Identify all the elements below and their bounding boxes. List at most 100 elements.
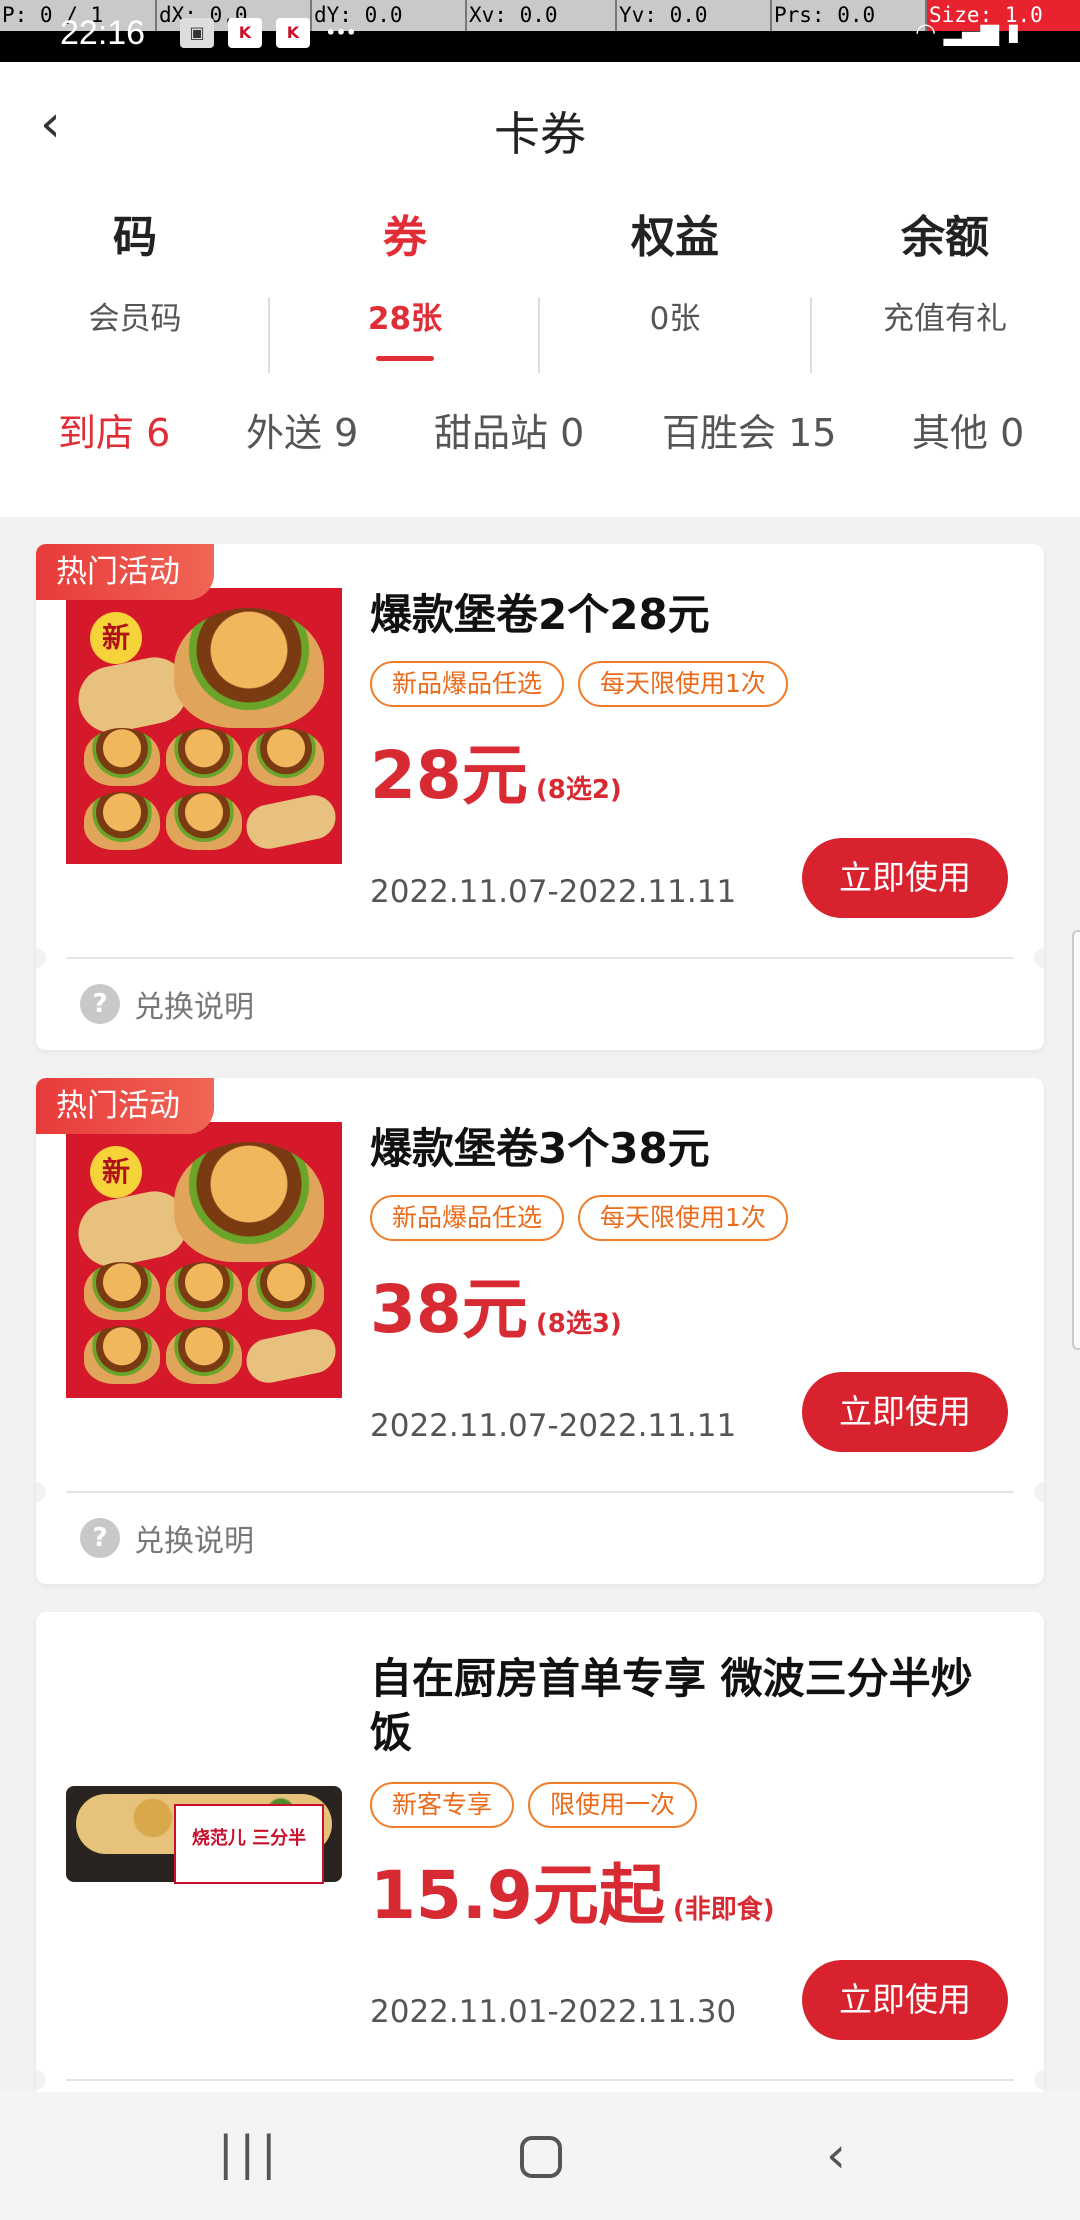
hot-activity-badge: 热门活动 <box>36 544 214 600</box>
coupon-tag: 每天限使用1次 <box>578 1195 788 1241</box>
question-icon: ? <box>80 984 120 1024</box>
card-notch <box>36 948 46 968</box>
coupon-tag: 每天限使用1次 <box>578 661 788 707</box>
divider <box>66 1491 1014 1493</box>
burger-image <box>166 1262 242 1320</box>
coupon-tag: 新品爆品任选 <box>370 661 565 707</box>
subtab-other[interactable]: 其他 0 <box>912 402 1024 457</box>
tab-coupon[interactable]: 券 28张 <box>270 207 540 361</box>
navigation-bar: ||| ‹ <box>0 2092 1080 2220</box>
wifi-icon: ◠ <box>915 18 937 46</box>
coupon-tags: 新品爆品任选 每天限使用1次 <box>370 661 788 707</box>
coupon-image: 烧范儿 三分半 <box>66 1692 342 1968</box>
price-note: (非即食) <box>672 1895 775 1925</box>
coupon-date: 2022.11.07-2022.11.11 <box>370 1408 737 1444</box>
coupon-card[interactable]: 新 热门活动 爆款堡卷2个28元 新品爆品任选 每天限使用1次 28元 (8选2)… <box>36 544 1044 1050</box>
burger-image <box>248 1262 324 1320</box>
tab-benefits-label: 权益 <box>631 212 719 263</box>
more-icon: ••• <box>325 23 357 42</box>
home-icon[interactable] <box>520 2136 562 2178</box>
coupon-image: 新 <box>66 1122 342 1398</box>
card-notch <box>36 2070 46 2090</box>
signal-icon: ▂▄▆ <box>943 18 1000 46</box>
redeem-explanation[interactable]: ? 兑换说明 <box>80 1516 254 1560</box>
kfc-icon: K <box>228 18 262 48</box>
notification-icons: ▣ K K ••• <box>180 18 358 48</box>
coupon-tags: 新品爆品任选 每天限使用1次 <box>370 1195 788 1241</box>
category-tabs: 码 会员码 券 28张 权益 0张 余额 充值有礼 <box>0 207 1080 373</box>
sub-tabs: 到店 6 外送 9 甜品站 0 百胜会 15 其他 0 <box>0 402 1080 462</box>
divider <box>66 2079 1014 2081</box>
tab-code-sub: 会员码 <box>88 301 182 337</box>
card-notch <box>1034 948 1044 968</box>
tab-balance-sub: 充值有礼 <box>883 301 1007 337</box>
tab-benefits[interactable]: 权益 0张 <box>540 207 810 338</box>
burger-image <box>166 1326 242 1384</box>
tab-benefits-sub: 0张 <box>649 301 701 337</box>
card-notch <box>1034 1482 1044 1502</box>
coupon-title: 爆款堡卷2个28元 <box>370 590 710 639</box>
scrollbar[interactable] <box>1072 930 1080 1350</box>
burger-image <box>84 792 160 850</box>
burger-image <box>248 728 324 786</box>
subtab-dessert[interactable]: 甜品站 0 <box>434 402 584 457</box>
use-now-button[interactable]: 立即使用 <box>802 1960 1008 2040</box>
image-icon: ▣ <box>180 18 214 48</box>
price-value: 38元 <box>370 1271 528 1348</box>
price-note: (8选3) <box>535 1309 622 1339</box>
burger-image <box>174 1142 324 1262</box>
price-value: 28元 <box>370 737 528 814</box>
coupon-title: 爆款堡卷3个38元 <box>370 1124 710 1173</box>
back-icon[interactable]: ‹ <box>826 2126 846 2184</box>
coupon-tags: 新客专享 限使用一次 <box>370 1782 698 1828</box>
question-icon: ? <box>80 1518 120 1558</box>
coupon-price: 15.9元起 (非即食) <box>370 1842 775 1938</box>
new-badge: 新 <box>90 1146 142 1198</box>
use-now-button[interactable]: 立即使用 <box>802 838 1008 918</box>
tab-underline <box>376 356 434 361</box>
redeem-explanation[interactable]: ? 兑换说明 <box>80 982 254 1026</box>
subtab-in-store[interactable]: 到店 6 <box>58 402 170 457</box>
tab-balance[interactable]: 余额 充值有礼 <box>810 207 1080 338</box>
price-value: 15.9元起 <box>370 1857 665 1934</box>
debug-xv: Xv: 0.0 <box>465 0 620 31</box>
coupon-tag: 限使用一次 <box>528 1782 698 1828</box>
divider <box>66 957 1014 959</box>
status-bar: P: 0 / 1 dX: 0.0 dY: 0.0 Xv: 0.0 Yv: 0.0… <box>0 0 1080 62</box>
tab-code-label: 码 <box>113 212 157 263</box>
redeem-explanation-label: 兑换说明 <box>134 1524 254 1559</box>
coupon-tag: 新客专享 <box>370 1782 515 1828</box>
kfc-icon: K <box>276 18 310 48</box>
system-icons: ◠ ▂▄▆ ▮ <box>915 18 1020 46</box>
tab-code[interactable]: 码 会员码 <box>0 207 270 338</box>
use-now-button[interactable]: 立即使用 <box>802 1372 1008 1452</box>
card-notch <box>1034 2070 1044 2090</box>
tab-coupon-sub: 28张 <box>367 301 443 337</box>
coupon-title: 自在厨房首单专享 微波三分半炒饭 <box>370 1654 973 1757</box>
header: ‹ 卡券 码 会员码 券 28张 权益 0张 余额 充值有礼 到店 6 外送 9 <box>0 62 1080 517</box>
coupon-price: 28元 (8选2) <box>370 722 622 818</box>
subtab-delivery[interactable]: 外送 9 <box>246 402 358 457</box>
redeem-explanation-label: 兑换说明 <box>134 990 254 1025</box>
coupon-date: 2022.11.01-2022.11.30 <box>370 1994 737 2030</box>
new-badge: 新 <box>90 612 142 664</box>
subtab-yum-club[interactable]: 百胜会 15 <box>662 402 836 457</box>
coupon-card[interactable]: 新 热门活动 爆款堡卷3个38元 新品爆品任选 每天限使用1次 38元 (8选3)… <box>36 1078 1044 1584</box>
coupon-tag: 新品爆品任选 <box>370 1195 565 1241</box>
burger-image <box>84 1262 160 1320</box>
coupon-card[interactable]: 烧范儿 三分半 自在厨房首单专享 微波三分半炒饭 新客专享 限使用一次 15.9… <box>36 1612 1044 2092</box>
card-notch <box>36 1482 46 1502</box>
burger-image <box>84 728 160 786</box>
page-title: 卡券 <box>494 107 586 161</box>
tab-coupon-label: 券 <box>383 212 427 263</box>
wrap-image <box>242 791 340 853</box>
battery-icon: ▮ <box>1006 18 1020 46</box>
coupon-image: 新 <box>66 588 342 864</box>
recents-icon[interactable]: ||| <box>218 2126 283 2180</box>
price-note: (8选2) <box>535 775 622 805</box>
burger-image <box>166 792 242 850</box>
tab-balance-label: 余额 <box>901 212 989 263</box>
debug-prs: Prs: 0.0 <box>770 0 925 31</box>
coupon-date: 2022.11.07-2022.11.11 <box>370 874 737 910</box>
wrap-image <box>242 1325 340 1387</box>
